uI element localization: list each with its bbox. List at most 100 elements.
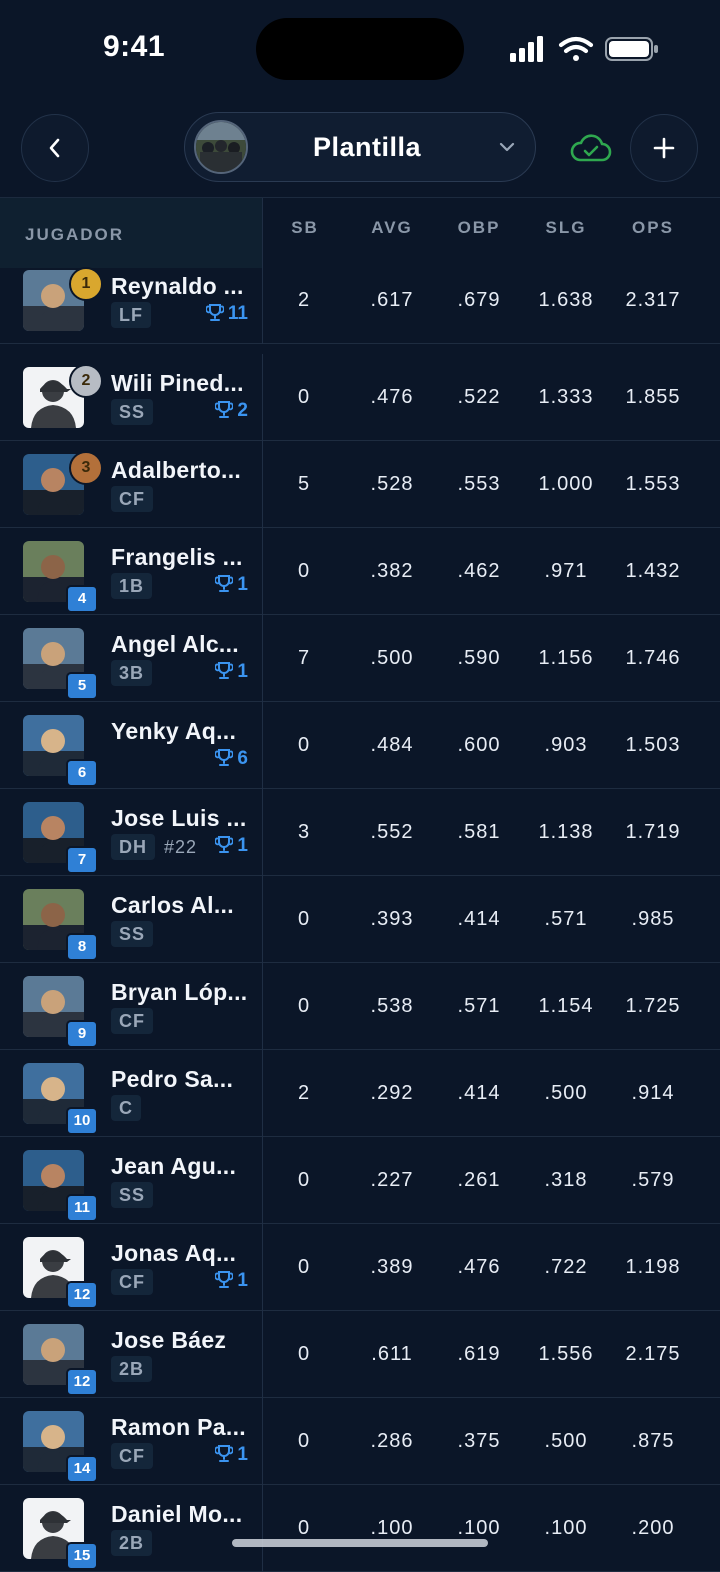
stat-ops: 1.719: [625, 821, 681, 843]
add-button[interactable]: [630, 114, 698, 182]
stat-sb: 0: [297, 908, 311, 930]
trophy-count: 2: [214, 400, 248, 422]
player-row[interactable]: 14 Ramon Pa... CF 1 0 .286 .375 .500 .875: [0, 1398, 720, 1485]
player-cell[interactable]: 3 Adalberto... CF: [0, 441, 263, 528]
player-name: Bryan Lóp...: [111, 979, 248, 1005]
trophy-count: 1: [214, 574, 248, 596]
stat-obp: .600: [457, 734, 501, 756]
player-cell[interactable]: 1 Reynaldo ... LF 11: [0, 267, 263, 344]
stat-obp: .571: [457, 995, 501, 1017]
player-cell[interactable]: 14 Ramon Pa... CF 1: [0, 1398, 263, 1485]
stat-sb: 0: [297, 1256, 311, 1278]
cloud-check-icon[interactable]: [570, 134, 612, 164]
stat-ops: .985: [631, 908, 675, 930]
player-cell[interactable]: 2 Wili Pined... SS 2: [0, 354, 263, 441]
status-bar: 9:41: [0, 0, 720, 100]
column-header-slg[interactable]: SLG: [526, 218, 606, 238]
player-row[interactable]: 8 Carlos Al... SS 0 .393 .414 .571 .985: [0, 876, 720, 963]
player-row[interactable]: 12 Jose Báez 2B 0 .611 .619 1.556 2.175: [0, 1311, 720, 1398]
position-chip: SS: [111, 399, 154, 425]
back-button[interactable]: [21, 114, 89, 182]
stat-sb: 0: [297, 1517, 311, 1539]
player-row[interactable]: 6 Yenky Aq... 6 0 .484 .600 .903 1.503: [0, 702, 720, 789]
rank-badge: 10: [66, 1107, 98, 1135]
stat-sb: 0: [297, 734, 311, 756]
column-header-avg[interactable]: AVG: [352, 218, 432, 238]
rank-badge: 6: [66, 759, 98, 787]
stat-sb: 0: [297, 995, 311, 1017]
column-header-obp[interactable]: OBP: [439, 218, 519, 238]
stat-sb: 2: [297, 289, 311, 311]
player-cell[interactable]: 12 Jonas Aq... CF 1: [0, 1224, 263, 1311]
player-row[interactable]: 3 Adalberto... CF 5 .528 .553 1.000 1.553: [0, 441, 720, 528]
stat-obp: .590: [457, 647, 501, 669]
stat-obp: .581: [457, 821, 501, 843]
player-cell[interactable]: 9 Bryan Lóp... CF: [0, 963, 263, 1050]
player-row[interactable]: 1 Reynaldo ... LF 11 2 .617 .679 1.638 2.317: [0, 267, 720, 344]
table-header: JUGADOR SB AVG OBP SLG OPS: [0, 197, 720, 268]
trophy-icon: [214, 1271, 235, 1288]
player-cell[interactable]: 8 Carlos Al... SS: [0, 876, 263, 963]
player-row[interactable]: 12 Jonas Aq... CF 1 0 .389 .476 .722 1.198: [0, 1224, 720, 1311]
trophy-icon: [214, 749, 235, 766]
stat-slg: 1.333: [538, 386, 594, 408]
stat-slg: .500: [544, 1082, 588, 1104]
stat-obp: .462: [457, 560, 501, 582]
player-row[interactable]: 15 Daniel Mo... 2B 0 .100 .100 .100 .200: [0, 1485, 720, 1572]
player-row[interactable]: 4 Frangelis ... 1B 1 0 .382 .462 .971 1.432: [0, 528, 720, 615]
player-name: Jonas Aq...: [111, 1240, 237, 1266]
player-cell[interactable]: 15 Daniel Mo... 2B: [0, 1485, 263, 1572]
stat-ops: 1.855: [625, 386, 681, 408]
stat-slg: .903: [544, 734, 588, 756]
position-chip: 1B: [111, 573, 153, 599]
rank-badge: 8: [66, 933, 98, 961]
column-header-sb[interactable]: SB: [265, 218, 345, 238]
stat-slg: .571: [544, 908, 588, 930]
stat-obp: .100: [457, 1517, 501, 1539]
player-name: Ramon Pa...: [111, 1414, 246, 1440]
stat-avg: .528: [370, 473, 414, 495]
stat-avg: .538: [370, 995, 414, 1017]
player-row[interactable]: 2 Wili Pined... SS 2 0 .476 .522 1.333 1.855: [0, 354, 720, 441]
stat-slg: .971: [544, 560, 588, 582]
stat-ops: .200: [631, 1517, 675, 1539]
rank-badge: 4: [66, 585, 98, 613]
player-row[interactable]: 7 Jose Luis ... DH #22 1 3 .552 .581 1.138 1.719: [0, 789, 720, 876]
rank-badge: 9: [66, 1020, 98, 1048]
signal-icon: [510, 36, 543, 62]
rank-badge: 14: [66, 1455, 98, 1483]
position-chip: 3B: [111, 660, 153, 686]
player-cell[interactable]: 5 Angel Alc... 3B 1: [0, 615, 263, 702]
player-cell[interactable]: 7 Jose Luis ... DH #22 1: [0, 789, 263, 876]
stat-avg: .611: [371, 1343, 413, 1365]
stat-avg: .100: [370, 1517, 414, 1539]
trophy-icon: [214, 401, 235, 418]
stat-avg: .552: [370, 821, 414, 843]
rank-badge: 7: [66, 846, 98, 874]
player-row[interactable]: 11 Jean Agu... SS 0 .227 .261 .318 .579: [0, 1137, 720, 1224]
stat-obp: .619: [457, 1343, 501, 1365]
stat-obp: .679: [457, 289, 501, 311]
column-header-ops[interactable]: OPS: [613, 218, 693, 238]
trophy-icon: [214, 836, 235, 853]
player-row[interactable]: 5 Angel Alc... 3B 1 7 .500 .590 1.156 1.746: [0, 615, 720, 702]
stat-sb: 5: [297, 473, 311, 495]
stat-slg: .318: [544, 1169, 588, 1191]
stat-obp: .522: [457, 386, 501, 408]
player-cell[interactable]: 4 Frangelis ... 1B 1: [0, 528, 263, 615]
dynamic-island: [256, 18, 464, 80]
player-row[interactable]: 9 Bryan Lóp... CF 0 .538 .571 1.154 1.725: [0, 963, 720, 1050]
app-header: Plantilla: [0, 104, 720, 196]
trophy-icon: [214, 662, 235, 679]
player-cell[interactable]: 6 Yenky Aq... 6: [0, 702, 263, 789]
player-column-header[interactable]: JUGADOR: [0, 198, 263, 268]
position-chip: SS: [111, 921, 154, 947]
player-cell[interactable]: 10 Pedro Sa... C: [0, 1050, 263, 1137]
position-chip: 2B: [111, 1530, 153, 1556]
player-cell[interactable]: 11 Jean Agu... SS: [0, 1137, 263, 1224]
position-chip: DH: [111, 834, 155, 860]
team-selector[interactable]: Plantilla: [184, 112, 536, 182]
player-cell[interactable]: 12 Jose Báez 2B: [0, 1311, 263, 1398]
stat-avg: .227: [370, 1169, 414, 1191]
player-row[interactable]: 10 Pedro Sa... C 2 .292 .414 .500 .914: [0, 1050, 720, 1137]
